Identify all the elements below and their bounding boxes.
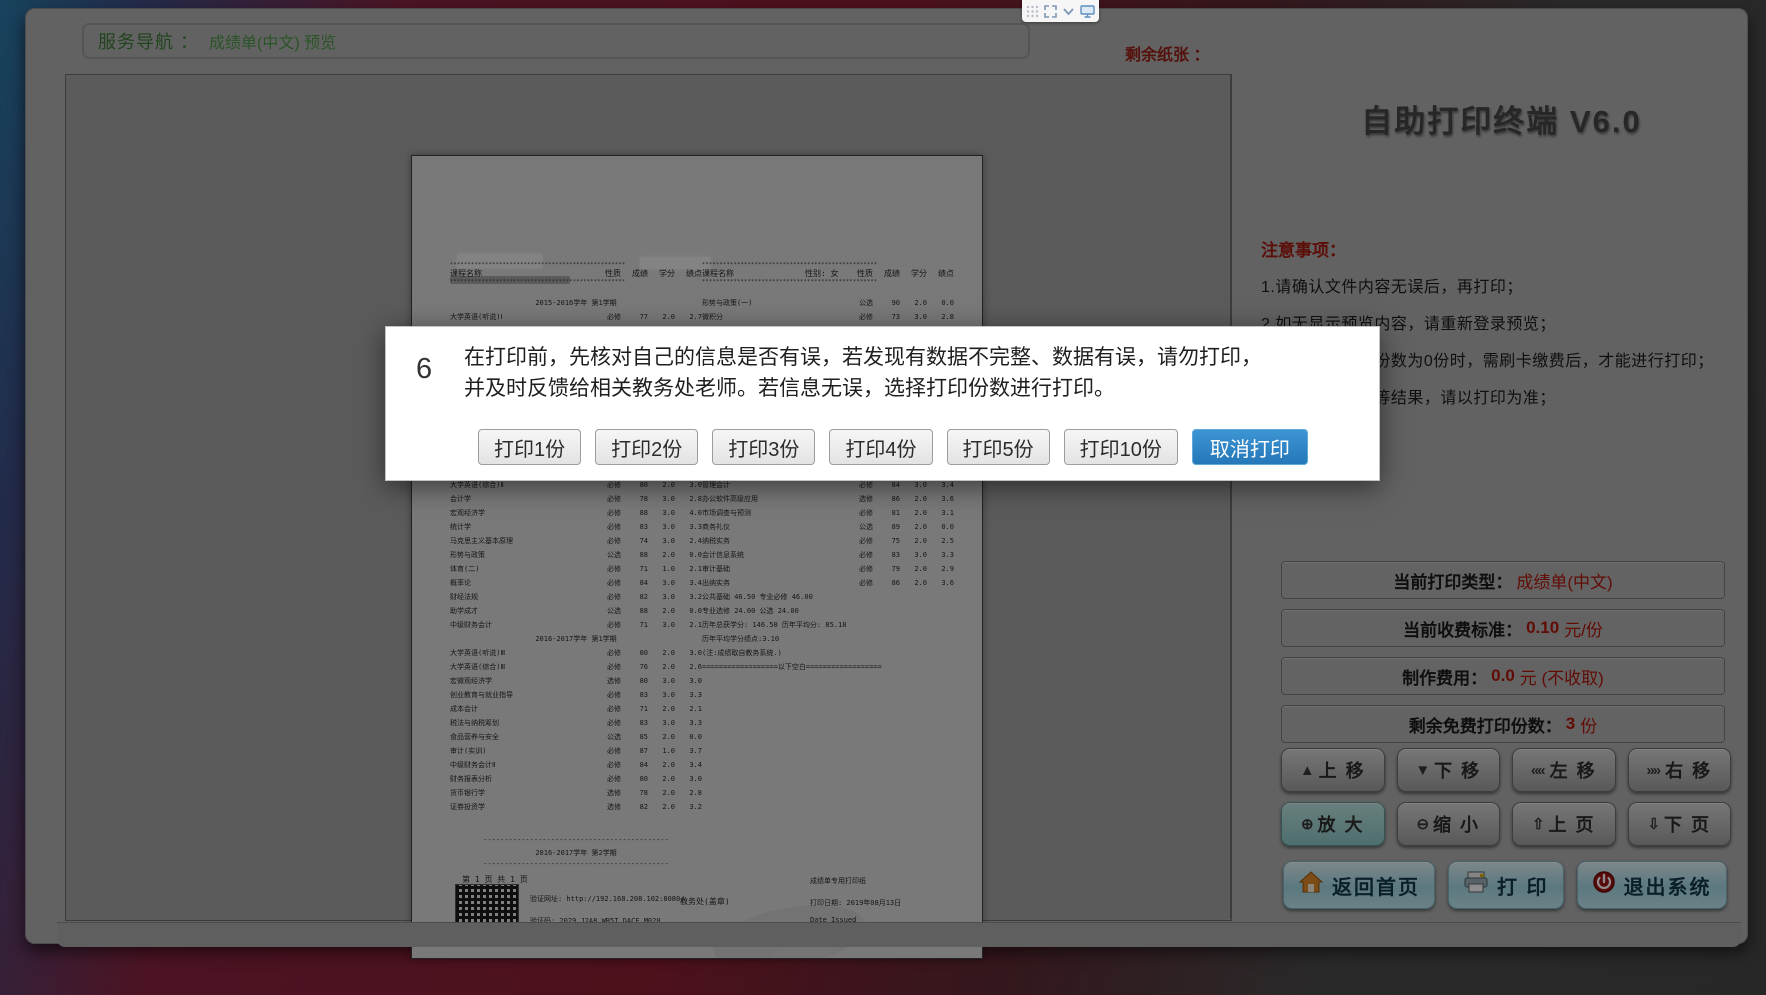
- dialog-message-line2: 并及时反馈给相关教务处老师。若信息无误，选择打印份数进行打印。: [464, 377, 1115, 400]
- dialog-step-number: 6: [416, 353, 432, 386]
- chevron-down-icon[interactable]: [1062, 5, 1075, 18]
- dialog-message: 在打印前，先核对自己的信息是否有误，若发现有数据不完整、数据有误，请勿打印， 并…: [464, 342, 1354, 404]
- grid-handle-icon[interactable]: [1026, 5, 1039, 18]
- print-copies-button[interactable]: 打印1份: [478, 429, 581, 465]
- print-copies-button[interactable]: 打印4份: [829, 429, 932, 465]
- dialog-button-row: 打印1份打印2份打印3份打印4份打印5份打印10份取消打印: [478, 429, 1308, 465]
- monitor-icon[interactable]: [1080, 5, 1095, 18]
- print-copies-button[interactable]: 打印5份: [947, 429, 1050, 465]
- modal-dim-overlay: [0, 0, 1766, 995]
- cancel-print-button[interactable]: 取消打印: [1192, 429, 1308, 465]
- print-copies-button[interactable]: 打印10份: [1064, 429, 1178, 465]
- system-mini-toolbar: [1022, 0, 1099, 22]
- fullscreen-icon[interactable]: [1044, 5, 1057, 18]
- dialog-message-line1: 在打印前，先核对自己的信息是否有误，若发现有数据不完整、数据有误，请勿打印，: [464, 346, 1262, 369]
- print-copies-button[interactable]: 打印3份: [712, 429, 815, 465]
- print-confirm-dialog: 6 在打印前，先核对自己的信息是否有误，若发现有数据不完整、数据有误，请勿打印，…: [385, 326, 1380, 481]
- print-copies-button[interactable]: 打印2份: [595, 429, 698, 465]
